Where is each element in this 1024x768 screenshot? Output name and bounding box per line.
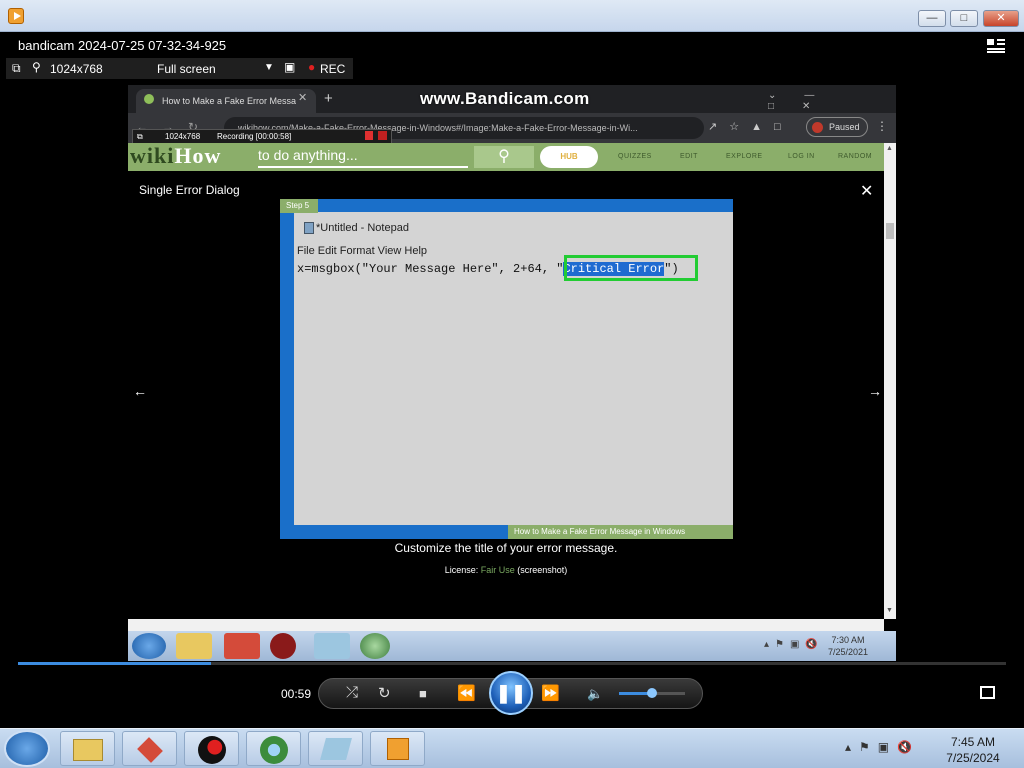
maximize-button[interactable]: □ (950, 10, 978, 27)
window-mode-icon[interactable]: ⧉ (137, 130, 143, 143)
license-link[interactable]: Fair Use (481, 565, 515, 575)
more-menu-icon[interactable]: ⋮ (876, 119, 888, 133)
camera-icon[interactable]: ▣ (284, 60, 295, 74)
elapsed-time: 00:59 (281, 687, 312, 701)
pause-button[interactable]: ❚❚ (489, 671, 533, 715)
toolbar-icons[interactable]: ↗☆▲□ (708, 120, 793, 133)
horizontal-scrollbar[interactable] (128, 619, 884, 631)
start-button[interactable] (4, 730, 50, 767)
recorder-toolbar: ⧉ ⚲ 1024x768 Full screen ▼ ▣ ● REC (6, 58, 353, 79)
seek-progress (18, 662, 211, 665)
nav-quizzes[interactable]: QUIZZES (618, 153, 652, 160)
close-button[interactable]: ✕ (983, 10, 1019, 27)
fast-forward-button[interactable]: ⏩ (541, 684, 560, 702)
minimize-button[interactable]: — (918, 10, 946, 27)
image-caption: Customize the title of your error messag… (394, 541, 618, 555)
recorder-app-icon[interactable] (270, 633, 296, 659)
stop-button[interactable]: ■ (419, 686, 427, 701)
new-tab-icon[interactable]: + (324, 90, 333, 107)
wikihow-logo[interactable]: wikiHow (130, 143, 221, 169)
layout-icon[interactable] (986, 38, 1006, 54)
search-icon[interactable]: ⚲ (474, 146, 534, 168)
scrollbar-thumb[interactable] (886, 223, 894, 239)
window-mode-icon[interactable]: ⧉ (12, 61, 21, 76)
stop-icon[interactable] (378, 131, 387, 140)
notepad-menu: File Edit Format View Help (297, 245, 428, 257)
notepad-title: *Untitled - Notepad (316, 222, 409, 234)
video-title: bandicam 2024-07-25 07-32-34-925 (18, 38, 227, 53)
inner-clock: 7:30 AM 7/25/2021 (828, 635, 869, 657)
folder-icon[interactable] (176, 633, 212, 659)
step-tag: Step 5 (280, 199, 318, 213)
avatar (812, 122, 823, 133)
vertical-scrollbar[interactable] (884, 143, 896, 619)
highlight-box (564, 255, 698, 281)
taskbar-clock[interactable]: 7:45 AM 7/25/2024 (938, 734, 1008, 766)
app-taskbar-icon[interactable] (122, 731, 177, 766)
search-icon[interactable]: ⚲ (32, 60, 41, 74)
wikihow-favicon-icon (144, 94, 154, 104)
window-titlebar (0, 0, 1024, 32)
nav-edit[interactable]: EDIT (680, 153, 698, 160)
wikihow-search-input[interactable]: to do anything... (258, 147, 468, 168)
rewind-button[interactable]: ⏪ (457, 684, 476, 702)
license-line: License: Fair Use (screenshot) (444, 565, 568, 575)
close-icon[interactable]: ✕ (860, 181, 873, 201)
modal-title: Single Error Dialog (139, 183, 240, 197)
chevron-down-icon[interactable]: ▼ (264, 62, 274, 73)
repeat-icon[interactable]: ↻ (378, 684, 391, 702)
bandicam-watermark: www.Bandicam.com (420, 89, 590, 108)
inner-start-icon[interactable] (132, 633, 166, 659)
notepad-taskbar-icon[interactable] (308, 731, 363, 766)
recorded-screen: How to Make a Fake Error Messa ✕ + www.B… (128, 85, 896, 661)
app-icon[interactable] (224, 633, 260, 659)
tab-close-icon[interactable]: ✕ (298, 91, 307, 104)
record-dot-icon: ● (308, 60, 316, 74)
bandicam-taskbar-icon[interactable] (370, 731, 425, 766)
system-tray-icons[interactable]: ▴⚑▣🔇 (845, 740, 920, 754)
browser-tab[interactable]: How to Make a Fake Error Messa (136, 89, 316, 113)
nav-explore[interactable]: EXPLORE (726, 153, 763, 160)
chrome-taskbar-icon[interactable] (246, 731, 301, 766)
notepad-app-icon[interactable] (314, 633, 350, 659)
browser-window-controls[interactable]: ⌄—□✕ (768, 90, 896, 112)
nav-login[interactable]: LOG IN (788, 153, 815, 160)
fullscreen-icon[interactable] (980, 686, 995, 699)
bandicam-app-icon (8, 8, 24, 24)
inner-tray-icons[interactable]: ▴⚑▣🔇 (764, 639, 824, 650)
volume-knob[interactable] (647, 688, 657, 698)
scroll-up-icon[interactable]: ▲ (886, 145, 893, 152)
nav-random[interactable]: RANDOM (838, 153, 872, 160)
pause-icon[interactable] (365, 131, 373, 140)
shuffle-icon[interactable]: ⤮ (346, 684, 358, 701)
scroll-down-icon[interactable]: ▼ (886, 607, 893, 614)
recorder-taskbar-icon[interactable] (184, 731, 239, 766)
image-credit: How to Make a Fake Error Message in Wind… (508, 525, 733, 539)
rec-button[interactable]: REC (320, 62, 345, 76)
notepad-icon (304, 222, 314, 234)
hub-button[interactable]: HUB (540, 146, 598, 168)
inner-recording-status: Recording [00:00:58] (217, 132, 292, 141)
mode-select[interactable]: Full screen (157, 62, 216, 76)
inner-resolution: 1024x768 (165, 132, 201, 141)
next-arrow-icon[interactable]: → (868, 383, 882, 399)
previous-arrow-icon[interactable]: ← (133, 383, 147, 399)
chrome-icon[interactable] (360, 633, 390, 659)
volume-icon[interactable]: 🔈 (587, 686, 603, 702)
explorer-taskbar-icon[interactable] (60, 731, 115, 766)
resolution-label: 1024x768 (50, 62, 103, 76)
inner-recorder-toolbar: ⧉ 1024x768 Recording [00:00:58] (132, 129, 392, 144)
